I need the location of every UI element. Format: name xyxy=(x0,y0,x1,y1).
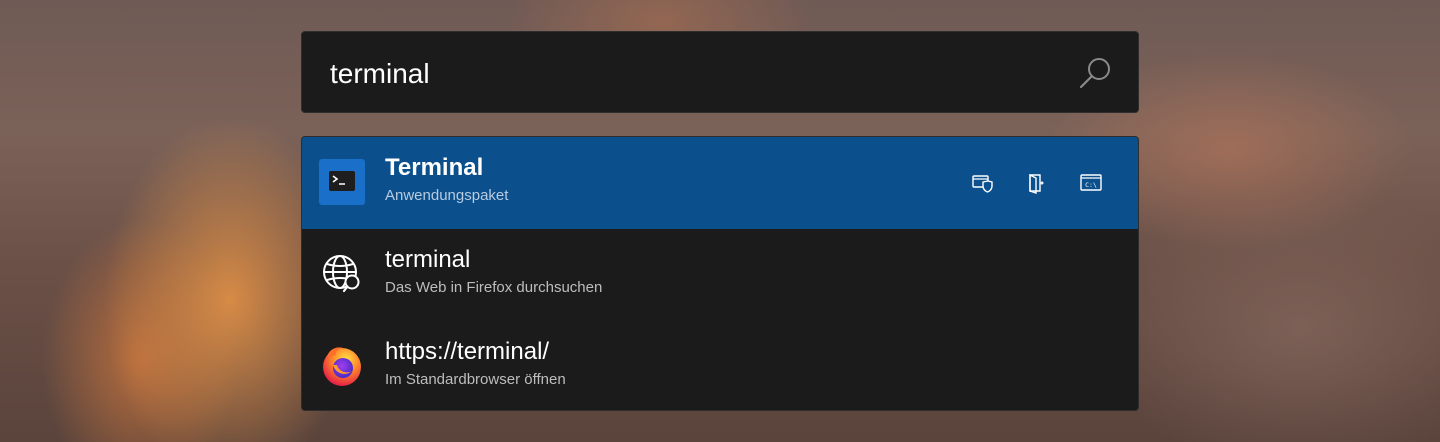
result-title: terminal xyxy=(385,246,471,273)
run-as-admin-icon xyxy=(972,175,993,193)
result-subtitle: Anwendungspaket xyxy=(385,187,509,204)
result-subtitle: Das Web in Firefox durchsuchen xyxy=(385,279,603,296)
result-item-web-search[interactable]: terminal Das Web in Firefox durchsuchen xyxy=(302,229,1138,321)
open-in-console-button[interactable]: C:\ xyxy=(1077,169,1105,197)
result-title: https://terminal/ xyxy=(385,338,550,365)
run-as-admin-button[interactable] xyxy=(968,169,996,197)
result-item-open-url[interactable]: https://terminal/ Im Standardbrowser öff… xyxy=(302,321,1138,410)
search-icon[interactable] xyxy=(1078,55,1114,91)
open-containing-folder-icon xyxy=(1029,173,1044,194)
open-in-console-icon: C:\ xyxy=(1080,174,1102,191)
result-item-terminal-app[interactable]: Terminal Anwendungspaket C:\ xyxy=(302,137,1138,229)
search-input[interactable] xyxy=(330,52,1050,96)
terminal-app-icon xyxy=(319,159,365,205)
web-search-icon xyxy=(323,255,360,293)
search-box xyxy=(301,31,1139,113)
result-title: Terminal xyxy=(385,154,484,181)
svg-text:C:\: C:\ xyxy=(1085,181,1097,189)
results-list: Terminal Anwendungspaket C:\ terminal Da… xyxy=(301,136,1139,411)
firefox-icon xyxy=(323,347,361,386)
result-subtitle: Im Standardbrowser öffnen xyxy=(385,371,566,388)
open-containing-folder-button[interactable] xyxy=(1022,169,1050,197)
